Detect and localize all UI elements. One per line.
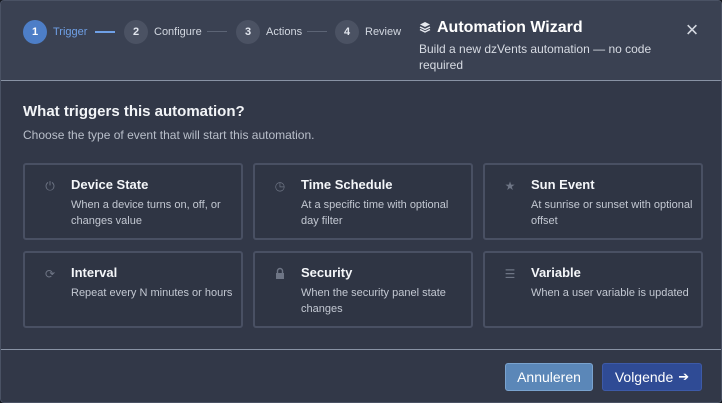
step-number: 1 bbox=[23, 20, 47, 44]
step-label: Review bbox=[365, 26, 402, 38]
close-icon[interactable]: × bbox=[682, 19, 702, 41]
step-number: 4 bbox=[335, 20, 359, 44]
wizard-header: 1 Trigger 2 Configure 3 Actions 4 Review bbox=[1, 1, 721, 81]
card-description: When a user variable is updated bbox=[531, 287, 689, 299]
automation-wizard-dialog: 1 Trigger 2 Configure 3 Actions 4 Review bbox=[0, 0, 722, 403]
step-question: What triggers this automation? bbox=[23, 103, 245, 120]
step-hint: Choose the type of event that will start… bbox=[23, 128, 315, 142]
wizard-title-block: Automation Wizard Build a new dzVents au… bbox=[419, 19, 669, 73]
step-connector bbox=[307, 31, 327, 32]
card-description: When a device turns on, off, or changes … bbox=[71, 199, 221, 227]
trigger-card-time-schedule[interactable]: ◷ Time Schedule At a specific time with … bbox=[253, 163, 473, 240]
wizard-title: Automation Wizard bbox=[437, 19, 583, 36]
card-title: Device State bbox=[71, 177, 149, 192]
card-title: Interval bbox=[71, 265, 118, 280]
card-title: Security bbox=[301, 265, 353, 280]
card-title: Sun Event bbox=[531, 177, 595, 192]
next-button-label: Volgende bbox=[614, 369, 674, 385]
card-description: When the security panel state changes bbox=[301, 287, 446, 315]
refresh-icon: ⟳ bbox=[44, 267, 56, 281]
trigger-card-interval[interactable]: ⟳ Interval Repeat every N minutes or hou… bbox=[23, 251, 243, 328]
lock-icon bbox=[273, 267, 287, 281]
step-connector bbox=[207, 31, 227, 32]
wizard-subtitle: Build a new dzVents automation — no code… bbox=[419, 42, 652, 72]
arrow-right-icon: ➔ bbox=[678, 369, 690, 384]
clock-icon: ◷ bbox=[274, 179, 286, 193]
trigger-card-device-state[interactable]: ⏻ Device State When a device turns on, o… bbox=[23, 163, 243, 240]
trigger-card-sun-event[interactable]: ★ Sun Event At sunrise or sunset with op… bbox=[483, 163, 703, 240]
step-label: Actions bbox=[266, 26, 303, 38]
step-label: Trigger bbox=[53, 26, 88, 38]
card-title: Variable bbox=[531, 265, 581, 280]
step-configure[interactable]: 2 Configure bbox=[124, 20, 202, 44]
star-icon: ★ bbox=[504, 179, 516, 193]
card-description: At a specific time with optional day fil… bbox=[301, 199, 449, 227]
cancel-button[interactable]: Annuleren bbox=[505, 363, 593, 391]
step-number: 3 bbox=[236, 20, 260, 44]
power-icon: ⏻ bbox=[45, 179, 55, 193]
step-number: 2 bbox=[124, 20, 148, 44]
trigger-card-security[interactable]: Security When the security panel state c… bbox=[253, 251, 473, 328]
cancel-button-label: Annuleren bbox=[517, 369, 581, 385]
card-title: Time Schedule bbox=[301, 177, 393, 192]
card-description: At sunrise or sunset with optional offse… bbox=[531, 199, 693, 227]
step-connector bbox=[95, 31, 115, 33]
step-trigger[interactable]: 1 Trigger bbox=[23, 20, 87, 44]
step-actions[interactable]: 3 Actions bbox=[236, 20, 302, 44]
next-button[interactable]: Volgende ➔ bbox=[602, 363, 702, 391]
card-description: Repeat every N minutes or hours bbox=[71, 287, 233, 299]
wizard-footer: Annuleren Volgende ➔ bbox=[1, 349, 721, 402]
layers-icon bbox=[419, 21, 431, 35]
list-icon: ☰ bbox=[504, 267, 516, 281]
trigger-card-variable[interactable]: ☰ Variable When a user variable is updat… bbox=[483, 251, 703, 328]
step-review[interactable]: 4 Review bbox=[335, 20, 401, 44]
step-label: Configure bbox=[154, 26, 202, 38]
